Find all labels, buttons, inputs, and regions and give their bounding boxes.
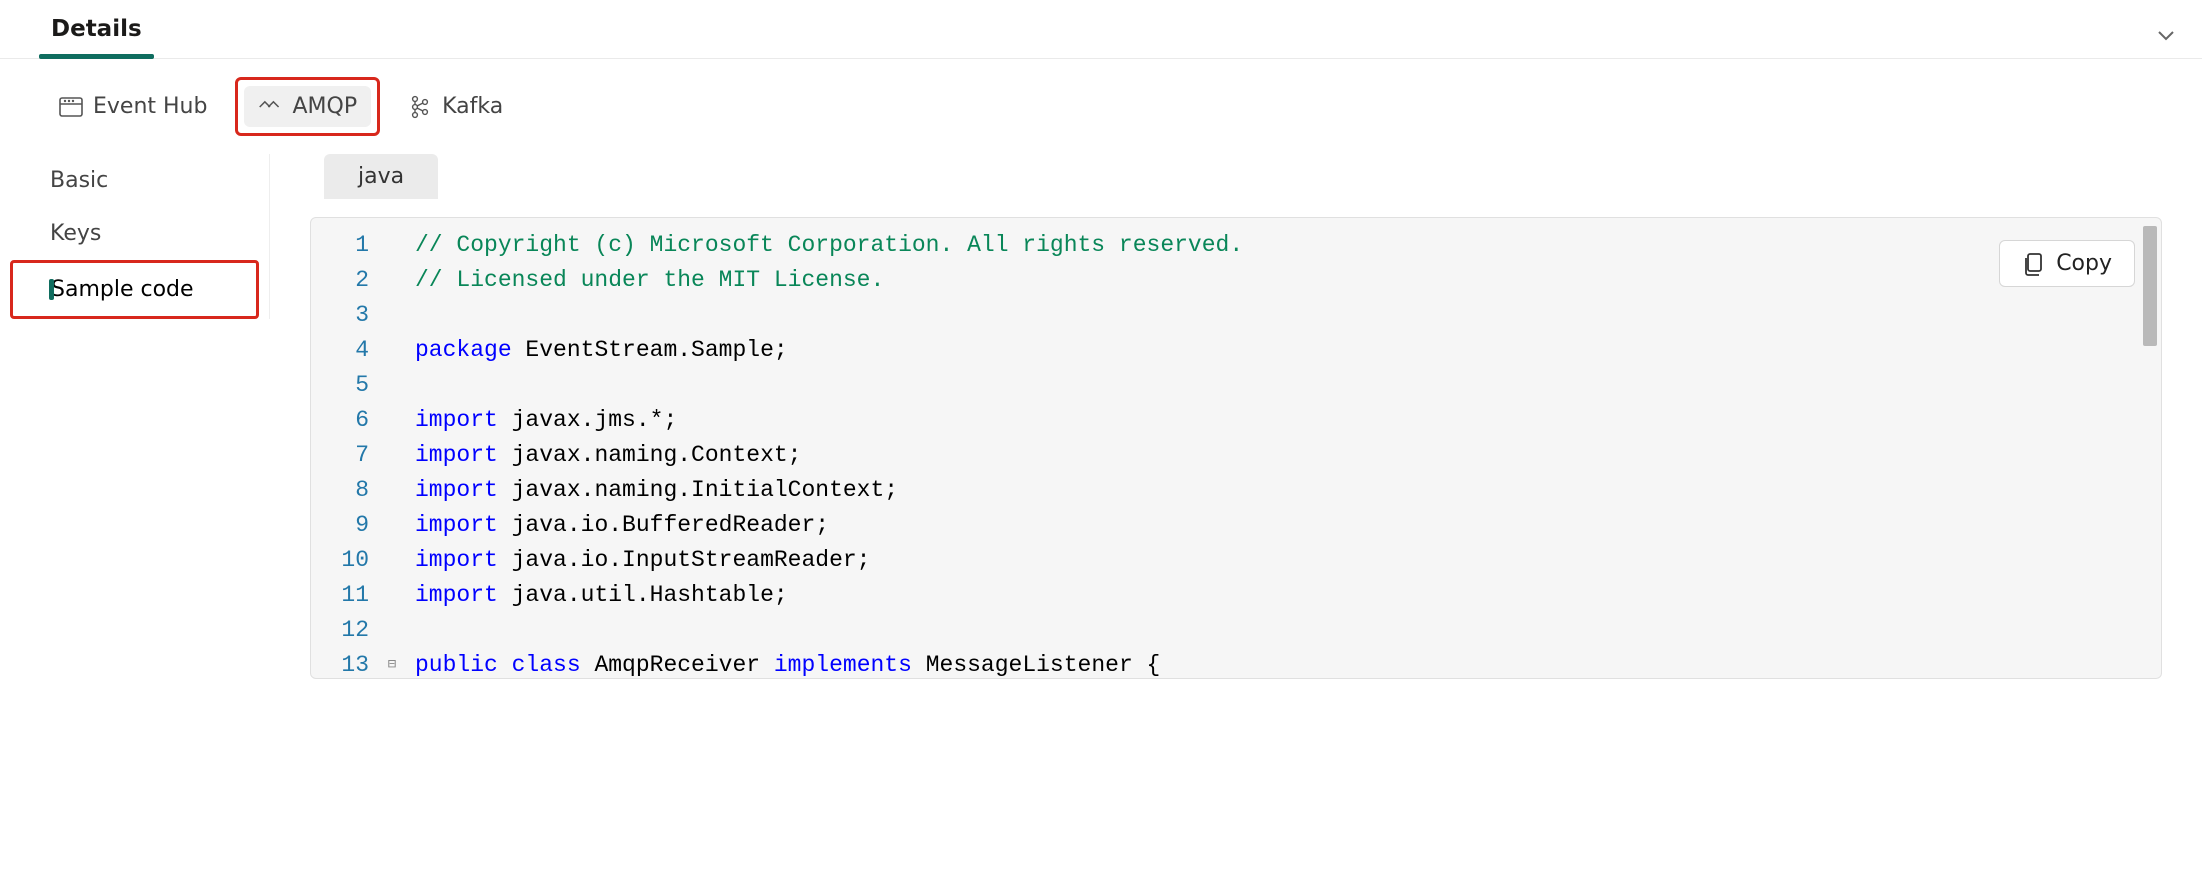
code-line[interactable] bbox=[415, 298, 2161, 333]
copy-label: Copy bbox=[2056, 251, 2112, 276]
code-line[interactable]: import java.util.Hashtable; bbox=[415, 578, 2161, 613]
sidebar-item-keys[interactable]: Keys bbox=[0, 207, 269, 260]
code-line[interactable]: import javax.naming.Context; bbox=[415, 438, 2161, 473]
line-number: 11 bbox=[311, 578, 379, 613]
event-hub-icon bbox=[59, 95, 83, 119]
pill-amqp[interactable]: AMQP bbox=[244, 86, 371, 127]
line-number: 4 bbox=[311, 333, 379, 368]
lang-tab-java[interactable]: java bbox=[324, 154, 438, 199]
pill-label: Event Hub bbox=[93, 94, 207, 119]
line-number: 9 bbox=[311, 508, 379, 543]
pill-kafka[interactable]: Kafka bbox=[394, 84, 517, 129]
line-number: 2 bbox=[311, 263, 379, 298]
line-number: 5 bbox=[311, 368, 379, 403]
code-line[interactable] bbox=[415, 613, 2161, 648]
line-number: 10 bbox=[311, 543, 379, 578]
kafka-icon bbox=[408, 95, 432, 119]
line-number: 12 bbox=[311, 613, 379, 648]
code-line[interactable]: // Licensed under the MIT License. bbox=[415, 263, 2161, 298]
code-line[interactable] bbox=[415, 368, 2161, 403]
highlight-sample-code: Sample code bbox=[10, 260, 259, 319]
pill-event-hub[interactable]: Event Hub bbox=[45, 84, 221, 129]
code-line[interactable]: import javax.jms.*; bbox=[415, 403, 2161, 438]
sidebar-item-sample-code[interactable]: Sample code bbox=[13, 263, 256, 316]
code-line[interactable]: package EventStream.Sample; bbox=[415, 333, 2161, 368]
code-block: Copy 12345678910111213141516171819 ⊟ // … bbox=[310, 217, 2162, 679]
chevron-down-icon[interactable] bbox=[2156, 26, 2190, 46]
code-line[interactable]: import javax.naming.InitialContext; bbox=[415, 473, 2161, 508]
copy-icon bbox=[2022, 252, 2044, 276]
line-number: 7 bbox=[311, 438, 379, 473]
amqp-icon bbox=[258, 95, 282, 119]
code-line[interactable]: import java.io.BufferedReader; bbox=[415, 508, 2161, 543]
code-editor[interactable]: 12345678910111213141516171819 ⊟ // Copyr… bbox=[311, 218, 2161, 678]
line-number: 8 bbox=[311, 473, 379, 508]
pill-label: Kafka bbox=[442, 94, 503, 119]
copy-button[interactable]: Copy bbox=[1999, 240, 2135, 287]
code-line[interactable]: public class AmqpReceiver implements Mes… bbox=[415, 648, 2161, 678]
fold-toggle-icon[interactable]: ⊟ bbox=[379, 648, 405, 678]
line-number: 13 bbox=[311, 648, 379, 678]
highlight-amqp: AMQP bbox=[235, 77, 380, 136]
sidebar-item-basic[interactable]: Basic bbox=[0, 154, 269, 207]
line-number: 3 bbox=[311, 298, 379, 333]
code-line[interactable]: // Copyright (c) Microsoft Corporation. … bbox=[415, 228, 2161, 263]
line-number: 6 bbox=[311, 403, 379, 438]
protocol-pill-row: Event Hub AMQP Kafka bbox=[0, 59, 2202, 154]
code-line[interactable]: import java.io.InputStreamReader; bbox=[415, 543, 2161, 578]
line-number: 1 bbox=[311, 228, 379, 263]
tab-details[interactable]: Details bbox=[45, 14, 148, 58]
sidebar: Basic Keys Sample code bbox=[0, 154, 270, 319]
scrollbar-vertical[interactable] bbox=[2143, 224, 2157, 672]
pill-label: AMQP bbox=[292, 94, 357, 119]
